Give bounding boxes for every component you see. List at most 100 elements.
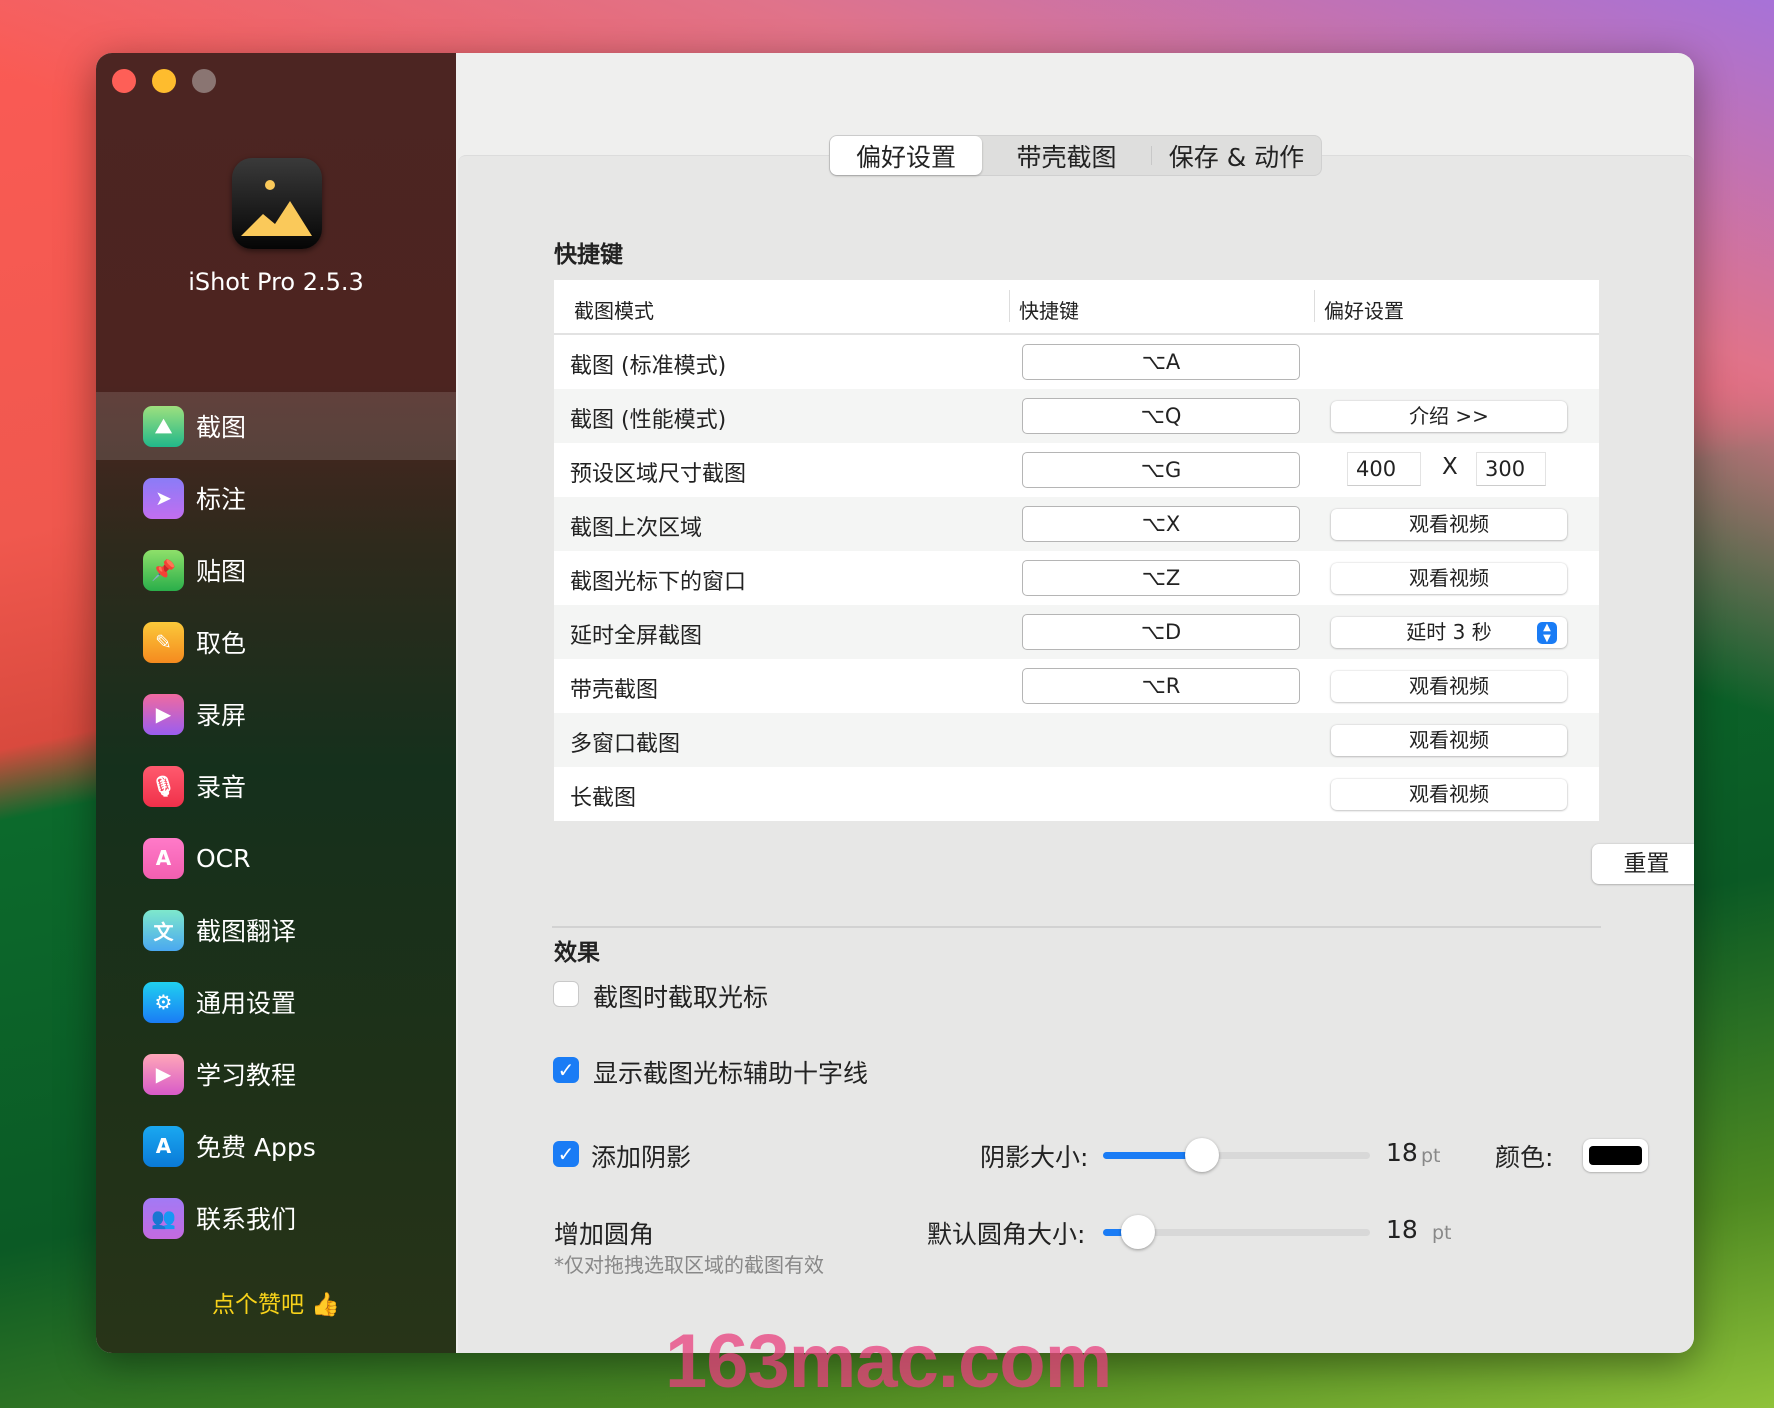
gear-icon: ⚙: [143, 981, 184, 1023]
tab-bar: 偏好设置 带壳截图 保存 & 动作: [829, 135, 1322, 176]
ocr-icon: A: [143, 837, 184, 879]
row-action-button[interactable]: 观看视频: [1331, 509, 1567, 540]
sidebar-item-label: 标注: [196, 485, 247, 514]
column-header-preferences: 偏好设置: [1324, 299, 1404, 323]
sidebar-item-label: 截图翻译: [196, 917, 297, 946]
column-divider: [1009, 290, 1010, 322]
corner-size-value: 18: [1386, 1215, 1418, 1244]
table-header: 截图模式 快捷键 偏好设置: [554, 280, 1599, 335]
sidebar-item-label: OCR: [196, 843, 251, 873]
mode-label: 延时全屏截图: [570, 624, 703, 649]
shadow-color-well[interactable]: [1583, 1139, 1648, 1172]
sidebar-item[interactable]: ➤ 标注: [96, 464, 456, 532]
shortcut-field[interactable]: ⌥G: [1022, 452, 1300, 488]
sidebar-item[interactable]: 🎙 录音: [96, 752, 456, 820]
height-input[interactable]: 300: [1476, 452, 1546, 486]
mode-label: 截图 (标准模式): [570, 354, 727, 379]
sidebar-item[interactable]: ✎ 取色: [96, 608, 456, 676]
tab-save-actions[interactable]: 保存 & 动作: [1152, 136, 1321, 175]
shadow-color-label: 颜色:: [1495, 1143, 1554, 1172]
contacts-icon: 👥: [143, 1197, 184, 1239]
shortcut-field[interactable]: ⌥Z: [1022, 560, 1300, 596]
shortcut-field[interactable]: ⌥D: [1022, 614, 1300, 650]
delay-select-value: 延时 3 秒: [1406, 620, 1492, 644]
delay-select[interactable]: 延时 3 秒 ▲ ▼: [1331, 617, 1567, 648]
sidebar-item-label: 贴图: [196, 557, 247, 586]
capture-cursor-label: 截图时截取光标: [593, 983, 769, 1012]
eyedropper-icon: ✎: [143, 621, 184, 663]
table-row: 截图 (性能模式) ⌥Q 介绍 >>: [554, 389, 1599, 443]
sidebar-item-label: 取色: [196, 629, 247, 658]
video-icon: ▶: [143, 693, 184, 735]
corner-label: 增加圆角: [554, 1220, 655, 1249]
slider-thumb[interactable]: [1120, 1215, 1155, 1249]
reset-button[interactable]: 重置: [1592, 844, 1694, 884]
image-icon: ⛰: [143, 405, 184, 447]
shortcut-field[interactable]: ⌥A: [1022, 344, 1300, 380]
sidebar-item[interactable]: 📌 贴图: [96, 536, 456, 604]
preferences-window: iShot Pro 2.5.3 ⛰ 截图 ➤ 标注 📌 贴图 ✎ 取色 ▶ 录屏 🎙 录音 A OCR 文截…: [96, 53, 1694, 1353]
crosshair-label: 显示截图光标辅助十字线: [593, 1059, 869, 1088]
shortcut-field[interactable]: ⌥R: [1022, 668, 1300, 704]
chevron-up-down-icon: ▲ ▼: [1537, 622, 1557, 644]
sidebar-item[interactable]: ⛰ 截图: [96, 392, 456, 460]
table-row: 预设区域尺寸截图 ⌥G 400 X 300: [554, 443, 1599, 497]
zoom-button[interactable]: [192, 69, 216, 93]
corner-size-unit: pt: [1432, 1222, 1452, 1244]
sidebar-item[interactable]: ⚙ 通用设置: [96, 968, 456, 1036]
sidebar-item[interactable]: ▶ 学习教程: [96, 1040, 456, 1108]
column-header-shortcut: 快捷键: [1019, 299, 1079, 323]
sidebar-item-label: 学习教程: [196, 1061, 297, 1090]
shortcut-field[interactable]: ⌥Q: [1022, 398, 1300, 434]
watermark: 163mac.com: [665, 1319, 1112, 1404]
shortcuts-table: 截图模式 快捷键 偏好设置 截图 (标准模式) ⌥A 截图 (性能模式) ⌥Q 介绍 >…: [554, 280, 1599, 821]
minimize-button[interactable]: [152, 69, 176, 93]
sidebar-item-label: 联系我们: [196, 1205, 297, 1234]
sidebar-item[interactable]: 文截图翻译: [96, 896, 456, 964]
mode-label: 带壳截图: [570, 678, 659, 703]
sidebar: iShot Pro 2.5.3 ⛰ 截图 ➤ 标注 📌 贴图 ✎ 取色 ▶ 录屏 🎙 录音 A OCR 文截…: [96, 53, 456, 1353]
app-store-icon: A: [143, 1125, 184, 1167]
corner-size-label: 默认圆角大小:: [927, 1220, 1086, 1249]
mode-label: 截图上次区域: [570, 516, 703, 541]
sidebar-item[interactable]: A 免费 Apps: [96, 1112, 456, 1180]
width-input[interactable]: 400: [1347, 452, 1421, 486]
table-row: 延时全屏截图 ⌥D 延时 3 秒 ▲ ▼: [554, 605, 1599, 659]
effects-heading: 效果: [554, 940, 600, 966]
column-header-mode: 截图模式: [574, 299, 654, 323]
table-row: 带壳截图 ⌥R 观看视频: [554, 659, 1599, 713]
sidebar-item-label: 通用设置: [196, 989, 297, 1018]
divider: [552, 926, 1601, 928]
shadow-checkbox[interactable]: ✓: [553, 1141, 579, 1167]
corner-size-slider[interactable]: [1103, 1215, 1370, 1249]
shadow-size-unit: pt: [1421, 1145, 1441, 1167]
crosshair-checkbox[interactable]: ✓: [553, 1057, 579, 1083]
main-content: 偏好设置 带壳截图 保存 & 动作 快捷键 截图模式 快捷键 偏好设置 截图 (…: [456, 53, 1694, 1353]
sidebar-item[interactable]: ▶ 录屏: [96, 680, 456, 748]
tab-preferences[interactable]: 偏好设置: [830, 136, 982, 175]
shadow-size-slider[interactable]: [1103, 1138, 1370, 1172]
row-action-button[interactable]: 介绍 >>: [1331, 401, 1567, 432]
row-action-button[interactable]: 观看视频: [1331, 725, 1567, 756]
app-title: iShot Pro 2.5.3: [188, 268, 364, 296]
mode-label: 截图光标下的窗口: [570, 570, 747, 595]
shortcut-field[interactable]: ⌥X: [1022, 506, 1300, 542]
shadow-size-label: 阴影大小:: [980, 1143, 1089, 1172]
slider-thumb[interactable]: [1184, 1138, 1219, 1172]
shortcuts-heading: 快捷键: [554, 242, 623, 268]
sidebar-item[interactable]: A OCR: [96, 824, 456, 892]
mode-label: 长截图: [570, 786, 637, 811]
close-button[interactable]: [112, 69, 136, 93]
sidebar-item[interactable]: 👥 联系我们: [96, 1184, 456, 1252]
shadow-size-value: 18: [1386, 1138, 1418, 1167]
microphone-icon: 🎙: [143, 765, 184, 807]
shadow-label: 添加阴影: [591, 1143, 692, 1172]
row-action-button[interactable]: 观看视频: [1331, 671, 1567, 702]
row-action-button[interactable]: 观看视频: [1331, 779, 1567, 810]
column-divider: [1314, 290, 1315, 322]
mode-label: 截图 (性能模式): [570, 408, 727, 433]
capture-cursor-checkbox[interactable]: [553, 981, 579, 1007]
row-action-button[interactable]: 观看视频: [1331, 563, 1567, 594]
like-link[interactable]: 点个赞吧 👍: [96, 1285, 456, 1319]
tab-device-frame[interactable]: 带壳截图: [982, 136, 1151, 175]
